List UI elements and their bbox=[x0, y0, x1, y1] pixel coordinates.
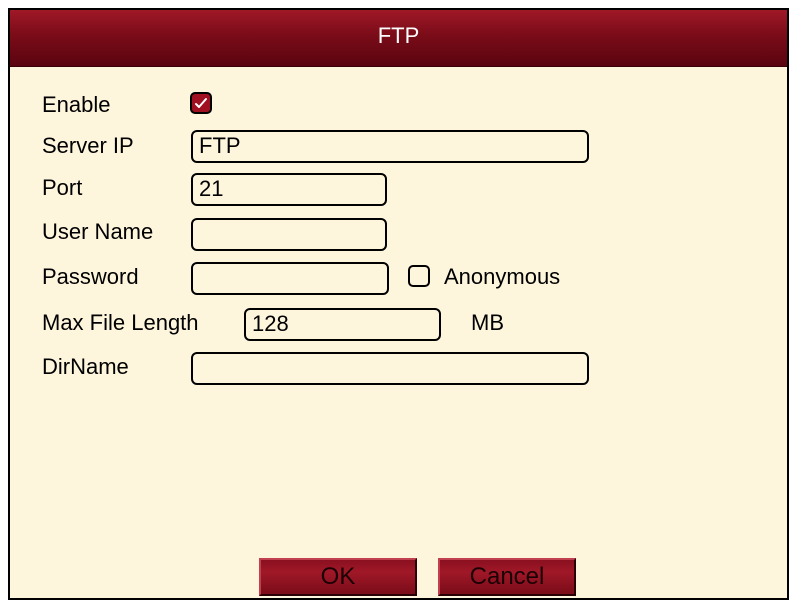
ftp-dialog: FTP Enable Server IP FTP Port 21 User Na… bbox=[8, 8, 789, 600]
dir-name-input[interactable] bbox=[191, 352, 589, 385]
max-file-length-input[interactable]: 128 bbox=[244, 308, 441, 341]
port-input[interactable]: 21 bbox=[191, 173, 387, 206]
anonymous-label: Anonymous bbox=[444, 264, 561, 289]
port-label: Port bbox=[42, 175, 83, 200]
title-bar: FTP bbox=[10, 10, 787, 67]
user-name-label: User Name bbox=[42, 219, 154, 244]
server-ip-label: Server IP bbox=[42, 133, 134, 158]
anonymous-checkbox[interactable] bbox=[408, 265, 430, 287]
dialog-title: FTP bbox=[377, 23, 420, 48]
ok-button[interactable]: OK bbox=[259, 558, 417, 596]
password-input[interactable] bbox=[191, 262, 389, 295]
cancel-button[interactable]: Cancel bbox=[438, 558, 576, 596]
server-ip-input[interactable]: FTP bbox=[191, 130, 589, 163]
password-label: Password bbox=[42, 264, 139, 289]
dir-name-label: DirName bbox=[42, 354, 129, 379]
max-file-length-label: Max File Length bbox=[42, 310, 199, 335]
user-name-input[interactable] bbox=[191, 218, 387, 251]
enable-checkbox[interactable] bbox=[190, 92, 212, 114]
max-file-length-unit: MB bbox=[471, 310, 504, 335]
enable-label: Enable bbox=[42, 92, 111, 117]
checkmark-icon bbox=[195, 98, 207, 108]
